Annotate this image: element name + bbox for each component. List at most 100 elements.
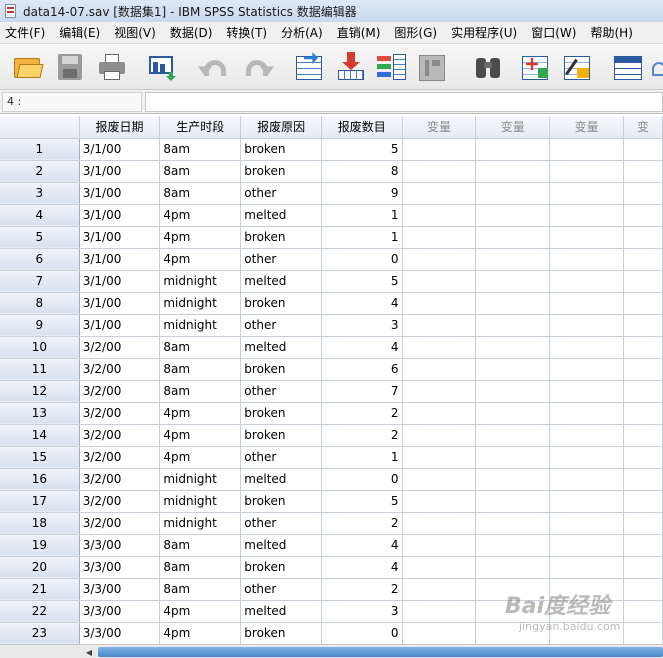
cell-reason[interactable]: melted bbox=[240, 600, 322, 623]
column-header-reason[interactable]: 报废原因 bbox=[240, 116, 322, 139]
variables-button[interactable] bbox=[374, 51, 410, 83]
cell-count[interactable]: 5 bbox=[321, 270, 403, 293]
menu-data[interactable]: 数据(D) bbox=[165, 22, 222, 44]
cell-empty[interactable] bbox=[623, 138, 663, 161]
cell-empty[interactable] bbox=[623, 446, 663, 469]
row-number[interactable]: 22 bbox=[0, 600, 80, 623]
cell-empty[interactable] bbox=[549, 138, 625, 161]
cell-empty[interactable] bbox=[402, 578, 477, 601]
cell-count[interactable]: 8 bbox=[321, 160, 403, 183]
find-button[interactable] bbox=[470, 51, 506, 83]
cell-date[interactable]: 3/1/00 bbox=[79, 182, 161, 205]
cell-reason[interactable]: other bbox=[240, 512, 322, 535]
cell-date[interactable]: 3/3/00 bbox=[79, 578, 161, 601]
cell-reason[interactable]: broken bbox=[240, 160, 322, 183]
column-header-date[interactable]: 报废日期 bbox=[79, 116, 161, 139]
cell-period[interactable]: 4pm bbox=[159, 600, 242, 623]
menu-direct-marketing[interactable]: 直销(M) bbox=[332, 22, 390, 44]
cell-date[interactable]: 3/3/00 bbox=[79, 534, 161, 557]
row-number[interactable]: 17 bbox=[0, 490, 80, 513]
row-number[interactable]: 20 bbox=[0, 556, 80, 579]
cell-count[interactable]: 5 bbox=[321, 490, 403, 513]
cell-date[interactable]: 3/2/00 bbox=[79, 424, 161, 447]
cell-empty[interactable] bbox=[402, 446, 477, 469]
row-number[interactable]: 12 bbox=[0, 380, 80, 403]
cell-reason[interactable]: broken bbox=[240, 402, 322, 425]
cell-period[interactable]: 8am bbox=[159, 556, 242, 579]
cell-empty[interactable] bbox=[475, 336, 551, 359]
cell-count[interactable]: 2 bbox=[321, 402, 403, 425]
cell-reason[interactable]: melted bbox=[240, 468, 322, 491]
cell-reason[interactable]: broken bbox=[240, 138, 322, 161]
cell-empty[interactable] bbox=[475, 490, 551, 513]
cell-value-field[interactable] bbox=[145, 92, 663, 112]
cell-empty[interactable] bbox=[549, 160, 625, 183]
cell-period[interactable]: 4pm bbox=[159, 446, 242, 469]
cell-empty[interactable] bbox=[549, 182, 625, 205]
cell-period[interactable]: 4pm bbox=[159, 204, 242, 227]
row-number[interactable]: 7 bbox=[0, 270, 80, 293]
cell-count[interactable]: 9 bbox=[321, 182, 403, 205]
run-descriptives-button[interactable] bbox=[414, 51, 450, 83]
menu-file[interactable]: 文件(F) bbox=[0, 22, 54, 44]
row-number[interactable]: 9 bbox=[0, 314, 80, 337]
cell-reference-field[interactable]: 4 : bbox=[2, 92, 142, 112]
cell-empty[interactable] bbox=[402, 402, 477, 425]
cell-empty[interactable] bbox=[402, 380, 477, 403]
cell-empty[interactable] bbox=[402, 490, 477, 513]
cell-date[interactable]: 3/1/00 bbox=[79, 138, 161, 161]
cell-reason[interactable]: other bbox=[240, 578, 322, 601]
cell-empty[interactable] bbox=[623, 380, 663, 403]
cell-reason[interactable]: broken bbox=[240, 358, 322, 381]
column-header-var[interactable]: 变量 bbox=[402, 116, 477, 139]
scrollbar-thumb[interactable] bbox=[98, 647, 663, 657]
cell-period[interactable]: 4pm bbox=[159, 424, 242, 447]
cell-empty[interactable] bbox=[475, 248, 551, 271]
cell-period[interactable]: 8am bbox=[159, 160, 242, 183]
cell-reason[interactable]: other bbox=[240, 248, 322, 271]
cell-empty[interactable] bbox=[623, 160, 663, 183]
cell-period[interactable]: 8am bbox=[159, 534, 242, 557]
redo-button[interactable] bbox=[240, 51, 276, 83]
cell-count[interactable]: 0 bbox=[321, 248, 403, 271]
cell-count[interactable]: 4 bbox=[321, 534, 403, 557]
menu-help[interactable]: 帮助(H) bbox=[585, 22, 641, 44]
cell-reason[interactable]: other bbox=[240, 446, 322, 469]
cell-period[interactable]: midnight bbox=[159, 490, 242, 513]
menu-analyze[interactable]: 分析(A) bbox=[276, 22, 332, 44]
cell-empty[interactable] bbox=[475, 204, 551, 227]
cell-date[interactable]: 3/2/00 bbox=[79, 490, 161, 513]
menu-window[interactable]: 窗口(W) bbox=[526, 22, 585, 44]
cell-period[interactable]: midnight bbox=[159, 512, 242, 535]
cell-empty[interactable] bbox=[402, 336, 477, 359]
cell-reason[interactable]: broken bbox=[240, 556, 322, 579]
cell-empty[interactable] bbox=[623, 424, 663, 447]
row-number[interactable]: 18 bbox=[0, 512, 80, 535]
column-header-period[interactable]: 生产时段 bbox=[159, 116, 242, 139]
cell-empty[interactable] bbox=[549, 380, 625, 403]
cell-empty[interactable] bbox=[549, 336, 625, 359]
cell-date[interactable]: 3/3/00 bbox=[79, 600, 161, 623]
cell-empty[interactable] bbox=[402, 182, 477, 205]
cell-empty[interactable] bbox=[549, 270, 625, 293]
cell-empty[interactable] bbox=[549, 292, 625, 315]
cell-empty[interactable] bbox=[402, 468, 477, 491]
cell-reason[interactable]: broken bbox=[240, 622, 322, 644]
cell-empty[interactable] bbox=[475, 270, 551, 293]
menu-view[interactable]: 视图(V) bbox=[109, 22, 165, 44]
cell-count[interactable]: 2 bbox=[321, 512, 403, 535]
cell-period[interactable]: midnight bbox=[159, 270, 242, 293]
cell-empty[interactable] bbox=[475, 446, 551, 469]
cell-date[interactable]: 3/3/00 bbox=[79, 556, 161, 579]
cell-empty[interactable] bbox=[402, 160, 477, 183]
cell-empty[interactable] bbox=[402, 292, 477, 315]
cell-date[interactable]: 3/1/00 bbox=[79, 160, 161, 183]
cell-empty[interactable] bbox=[402, 622, 477, 644]
cell-empty[interactable] bbox=[623, 512, 663, 535]
cell-empty[interactable] bbox=[549, 490, 625, 513]
cell-count[interactable]: 0 bbox=[321, 468, 403, 491]
cell-date[interactable]: 3/1/00 bbox=[79, 248, 161, 271]
cell-empty[interactable] bbox=[623, 226, 663, 249]
cell-empty[interactable] bbox=[475, 468, 551, 491]
row-number[interactable]: 5 bbox=[0, 226, 80, 249]
